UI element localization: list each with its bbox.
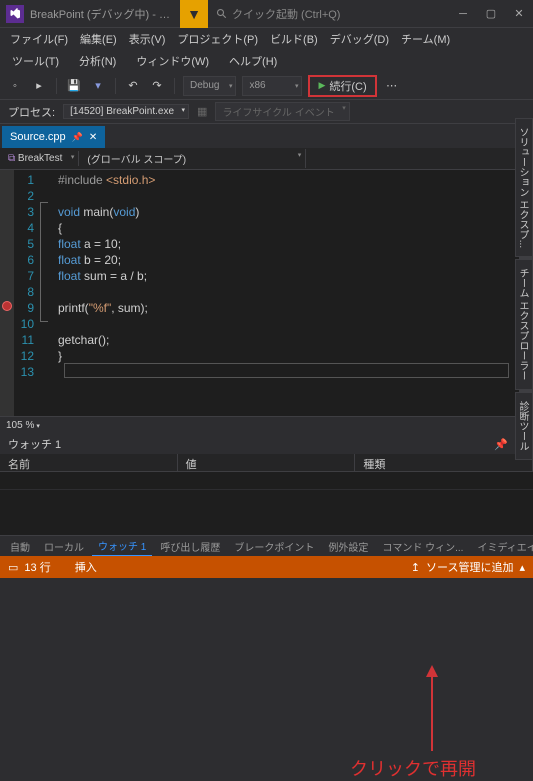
menu-item[interactable]: ファイル(F) [6,29,72,49]
continue-button[interactable]: ▶ 続行(C) [308,75,376,97]
quick-launch-placeholder: クイック起動 (Ctrl+Q) [232,6,340,22]
bottom-tab[interactable]: ブレークポイント [228,537,320,556]
process-label: プロセス: [8,104,55,120]
menu-item[interactable]: ビルド(B) [266,29,322,49]
bottom-tab[interactable]: 自動 [4,537,36,556]
side-tab[interactable]: 診断ツール [515,392,533,460]
code-editor[interactable]: 12345678910111213 #include <stdio.h> voi… [0,170,533,416]
play-icon: ▶ [318,80,325,91]
side-tool-tabs: ソリューション エクスプ... チーム エクスプローラー診断ツール [515,118,533,462]
editor-tabstrip: Source.cpp 📌 ✕ ▾ [0,124,533,148]
watch-window: ウォッチ 1 📌 ✕ 名前値種類 [0,434,533,536]
watch-header-row: 名前値種類 [0,454,533,472]
zoom-level[interactable]: 105 % [6,420,34,431]
watch-title: ウォッチ 1 [8,436,61,452]
nav-back-icon[interactable]: ◦ [6,77,24,95]
bottom-tool-tabs: 自動ローカルウォッチ 1呼び出し履歴ブレークポイント例外設定コマンド ウィン..… [0,536,533,556]
menubar-row1: ファイル(F)編集(E)表示(V)プロジェクト(P)ビルド(B)デバッグ(D)チ… [0,28,533,50]
watch-row[interactable] [0,472,533,490]
nav-fwd-icon[interactable]: ▸ [30,77,48,95]
menu-item[interactable]: ヘルプ(H) [225,51,281,71]
navigation-bar: ⧉ BreakTest (グローバル スコープ) + [0,148,533,170]
bottom-tab[interactable]: 例外設定 [322,537,374,556]
status-bar: ▭ 13 行 挿入 ↥ ソース管理に追加 ▴ [0,556,533,578]
menu-item[interactable]: 分析(N) [75,51,120,71]
status-line: 13 行 [24,559,50,575]
bottom-tab[interactable]: ローカル [38,537,90,556]
process-combo[interactable]: [14520] BreakPoint.exe [63,104,189,119]
continue-label: 続行(C) [329,78,366,94]
breakpoint-icon[interactable] [2,301,12,311]
redo-icon[interactable]: ↷ [148,77,166,95]
zoom-bar: 105 % ▾ ◂ [0,416,533,434]
menubar-row2: ツール(T) 分析(N) ウィンドウ(W) ヘルプ(H) [0,50,533,72]
status-mode: 挿入 [75,559,97,575]
tab-close-icon[interactable]: ✕ [89,132,97,143]
menu-item[interactable]: ウィンドウ(W) [132,51,213,71]
side-tab[interactable]: ソリューション エクスプ... [515,118,533,257]
project-combo[interactable]: ⧉ BreakTest [0,151,79,166]
pin-icon[interactable]: 📌 [72,132,83,143]
lifecycle-combo[interactable]: ライフサイクル イベント [215,102,349,121]
status-source-icon[interactable]: ↥ [411,561,420,574]
save-all-icon[interactable]: ▾ [89,77,107,95]
breakpoint-margin[interactable] [0,170,14,416]
menu-item[interactable]: チーム(M) [397,29,454,49]
undo-icon[interactable]: ↶ [124,77,142,95]
bottom-tab[interactable]: ウォッチ 1 [92,536,152,556]
line-gutter: 12345678910111213 [14,170,40,416]
toolbar-more-icon[interactable]: ⋯ [383,77,401,95]
save-icon[interactable]: 💾 [65,77,83,95]
window-title: BreakPoint (デバッグ中) - Microsoft... [30,6,170,22]
status-source-control[interactable]: ソース管理に追加 [426,559,513,575]
watch-column-header[interactable]: 名前 [0,454,178,471]
vs-logo-icon [6,5,24,23]
minimize-button[interactable]: ─ [449,0,477,28]
bottom-tab[interactable]: コマンド ウィン... [376,537,469,556]
menu-item[interactable]: デバッグ(D) [326,29,393,49]
title-bar: BreakPoint (デバッグ中) - Microsoft... ▼ クイック… [0,0,533,28]
pin-tool-icon[interactable]: 📌 [494,438,508,451]
code-area[interactable]: #include <stdio.h> void main(void){ floa… [40,170,519,416]
file-tab[interactable]: Source.cpp 📌 ✕ [2,126,105,148]
watch-column-header[interactable]: 値 [178,454,356,471]
watch-column-header[interactable]: 種類 [355,454,533,471]
window-controls: ─ ▢ ✕ [449,0,533,28]
menu-item[interactable]: プロジェクト(P) [173,29,262,49]
config-combo[interactable]: Debug [183,76,236,96]
platform-combo[interactable]: x86 [242,76,302,96]
menu-item[interactable]: 表示(V) [125,29,170,49]
menu-item[interactable]: 編集(E) [76,29,121,49]
side-tab[interactable]: チーム エクスプローラー [515,259,533,390]
scope-combo[interactable]: (グローバル スコープ) [79,149,306,168]
status-doc-icon: ▭ [8,561,18,574]
maximize-button[interactable]: ▢ [477,0,505,28]
process-bar: プロセス: [14520] BreakPoint.exe ▦ ライフサイクル イ… [0,100,533,124]
main-toolbar: ◦ ▸ 💾 ▾ ↶ ↷ Debug x86 ▶ 続行(C) ⋯ [0,72,533,100]
menu-item[interactable]: ツール(T) [8,51,63,71]
notification-flag-icon[interactable]: ▼ [180,0,208,28]
close-button[interactable]: ✕ [505,0,533,28]
bottom-tab[interactable]: イミディエイト ウ... [471,537,533,556]
watch-body[interactable] [0,472,533,536]
bottom-tab[interactable]: 呼び出し履歴 [154,537,226,556]
member-combo[interactable] [306,157,533,161]
tab-label: Source.cpp [10,131,66,143]
status-source-chevron-icon[interactable]: ▴ [519,561,525,574]
quick-launch[interactable]: クイック起動 (Ctrl+Q) [216,6,340,22]
annotation-text: クリックで再開 [350,755,476,781]
